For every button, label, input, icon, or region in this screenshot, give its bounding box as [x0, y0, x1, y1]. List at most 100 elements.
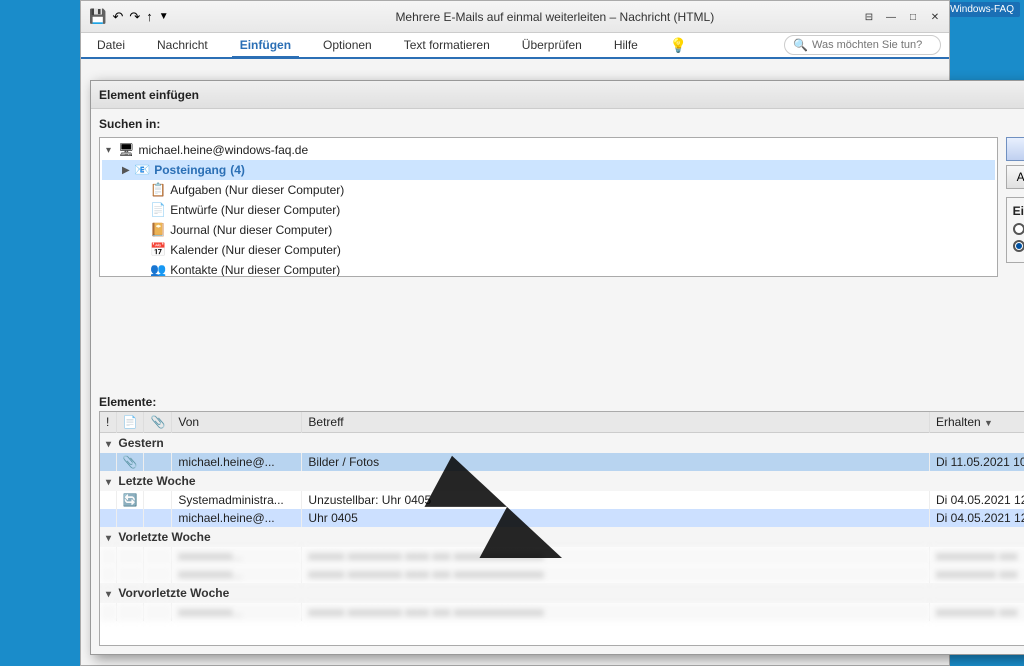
group-letzte-woche[interactable]: ▾ Letzte Woche [100, 471, 1024, 491]
ribbon: Datei Nachricht Einfügen Optionen Text f… [81, 33, 949, 59]
col-header-type[interactable]: 📄 [116, 412, 144, 433]
col-header-flag[interactable]: ! [100, 412, 116, 433]
row-from: michael.heine@... [172, 453, 302, 471]
ribbon-search-input[interactable] [812, 39, 932, 51]
tasks-icon: 📋 [150, 182, 166, 198]
group-label-vorvorletzte-woche: Vorvorletzte Woche [118, 586, 229, 600]
row-subject: Unzustellbar: Uhr 0405 [302, 491, 930, 509]
computer-icon: 🖥 [118, 142, 135, 158]
radio-anlage-circle [1013, 240, 1024, 252]
col-header-von[interactable]: Von [172, 412, 302, 433]
folder-tree-container[interactable]: ▾ 🖥 michael.heine@windows-faq.de ▶ 📧 Pos… [99, 137, 998, 277]
ribbon-search-box[interactable]: 🔍 [784, 35, 941, 55]
group-toggle-letzte-woche: ▾ [106, 477, 111, 488]
maximize-btn[interactable]: □ [903, 7, 923, 27]
insert-as-section: Einfügen als Nur Text Anlage [1006, 197, 1024, 263]
tab-optionen[interactable]: Optionen [315, 33, 380, 57]
bg-titlebar: 💾 ↶ ↷ ↑ ▼ Mehrere E-Mails auf einmal wei… [81, 1, 949, 33]
tree-item-journal[interactable]: 📔 Journal (Nur dieser Computer) [102, 220, 995, 240]
row-attach [144, 453, 172, 471]
tab-text-formatieren[interactable]: Text formatieren [396, 33, 498, 57]
col-header-attach[interactable]: 📎 [144, 412, 172, 433]
insert-as-label: Einfügen als [1013, 204, 1024, 218]
tab-hilfe[interactable]: Hilfe [606, 33, 646, 57]
table-row[interactable]: xxxxxxxxx... xxxxxx xxxxxxxxx xxxx xxx x… [100, 565, 1024, 583]
tree-badge-posteingang: (4) [230, 163, 245, 177]
journal-icon: 📔 [150, 222, 166, 238]
tree-label-journal: Journal (Nur dieser Computer) [170, 223, 332, 237]
table-header-row: ! 📄 📎 Von Betreff Erhalten ▼ [100, 412, 1024, 433]
row-type [116, 509, 144, 527]
windows-faq-badge: Windows-FAQ [944, 2, 1020, 17]
table-row[interactable]: xxxxxxxxx... xxxxxx xxxxxxxxx xxxx xxx x… [100, 547, 1024, 565]
tab-ueberpruefen[interactable]: Überprüfen [514, 33, 590, 57]
row-type: 📎 [116, 453, 144, 471]
group-toggle-gestern: ▾ [106, 439, 111, 450]
dialog-element-einfuegen: Element einfügen ✕ Suchen in: ▾ 🖥 michae… [90, 80, 1024, 655]
sort-arrow-icon: ▼ [984, 418, 993, 428]
radio-anlage[interactable]: Anlage [1013, 239, 1024, 253]
tree-label-root: michael.heine@windows-faq.de [139, 143, 309, 157]
dialog-body: Suchen in: ▾ 🖥 michael.heine@windows-faq… [91, 109, 1024, 654]
tree-toggle-root: ▾ [106, 145, 118, 156]
tree-label-posteingang: Posteingang [154, 163, 226, 177]
row-received: Di 04.05.2021 12:25 [930, 509, 1024, 527]
tree-item-posteingang[interactable]: ▶ 📧 Posteingang (4) [102, 160, 995, 180]
bg-window-title: Mehrere E-Mails auf einmal weiterleiten … [169, 10, 941, 24]
group-vorletzte-woche[interactable]: ▾ Vorletzte Woche [100, 527, 1024, 547]
elements-table: ! 📄 📎 Von Betreff Erhalten ▼ [100, 412, 1024, 621]
row-from: michael.heine@... [172, 509, 302, 527]
row-flag [100, 453, 116, 471]
tree-item-root[interactable]: ▾ 🖥 michael.heine@windows-faq.de [102, 140, 995, 160]
tree-item-kontakte[interactable]: 👥 Kontakte (Nur dieser Computer) [102, 260, 995, 277]
tree-label-entwuerfe: Entwürfe (Nur dieser Computer) [170, 203, 340, 217]
row-received: Di 04.05.2021 12:25 [930, 491, 1024, 509]
col-header-betreff[interactable]: Betreff [302, 412, 930, 433]
cancel-button[interactable]: Abbrechen [1006, 165, 1024, 189]
elements-section: Elemente: ! 📄 📎 Von Betreff Erhalten ▼ [99, 395, 1024, 647]
bg-window-controls: ⊟ — □ ✕ [859, 7, 945, 27]
minimize-btn[interactable]: — [881, 7, 901, 27]
row-received: Di 11.05.2021 10:57 [930, 453, 1024, 471]
calendar-icon: 📅 [150, 242, 166, 258]
dialog-title: Element einfügen [99, 88, 1024, 102]
tab-nachricht[interactable]: Nachricht [149, 33, 216, 57]
elements-label: Elemente: [99, 395, 1024, 409]
search-in-label: Suchen in: [99, 117, 1024, 131]
restore-btn[interactable]: ⊟ [859, 7, 879, 27]
radio-nur-text[interactable]: Nur Text [1013, 222, 1024, 236]
ok-button[interactable]: OK [1006, 137, 1024, 161]
contacts-icon: 👥 [150, 262, 166, 277]
tab-datei[interactable]: Datei [89, 33, 133, 57]
row-flag [100, 491, 116, 509]
close-btn[interactable]: ✕ [925, 7, 945, 27]
tree-item-kalender[interactable]: 📅 Kalender (Nur dieser Computer) [102, 240, 995, 260]
group-gestern[interactable]: ▾ Gestern [100, 432, 1024, 453]
tree-item-entwuerfe[interactable]: 📄 Entwürfe (Nur dieser Computer) [102, 200, 995, 220]
dialog-right-panel: OK Abbrechen Einfügen als Nur Text Anlag… [1006, 137, 1024, 389]
row-subject: Bilder / Fotos [302, 453, 930, 471]
row-attach [144, 491, 172, 509]
tree-label-kontakte: Kontakte (Nur dieser Computer) [170, 263, 340, 277]
tree-label-kalender: Kalender (Nur dieser Computer) [170, 243, 341, 257]
group-label-letzte-woche: Letzte Woche [118, 474, 195, 488]
table-row[interactable]: michael.heine@... Uhr 0405 Di 04.05.2021… [100, 509, 1024, 527]
tree-toggle-posteingang: ▶ [122, 165, 134, 176]
table-row[interactable]: xxxxxxxxx... xxxxxx xxxxxxxxx xxxx xxx x… [100, 603, 1024, 621]
tree-item-aufgaben[interactable]: 📋 Aufgaben (Nur dieser Computer) [102, 180, 995, 200]
inbox-icon: 📧 [134, 162, 150, 178]
group-vorvorletzte-woche[interactable]: ▾ Vorvorletzte Woche [100, 583, 1024, 603]
row-type: 🔄 [116, 491, 144, 509]
folder-tree: ▾ 🖥 michael.heine@windows-faq.de ▶ 📧 Pos… [100, 138, 997, 277]
tab-einfuegen[interactable]: Einfügen [232, 34, 299, 58]
group-label-vorletzte-woche: Vorletzte Woche [118, 530, 210, 544]
table-row[interactable]: 🔄 Systemadministra... Unzustellbar: Uhr … [100, 491, 1024, 509]
elements-table-container[interactable]: ! 📄 📎 Von Betreff Erhalten ▼ [99, 411, 1024, 647]
search-icon: 🔍 [793, 38, 808, 52]
dialog-titlebar: Element einfügen ✕ [91, 81, 1024, 109]
radio-nur-text-circle [1013, 223, 1024, 235]
row-flag [100, 509, 116, 527]
col-header-erhalten[interactable]: Erhalten ▼ [930, 412, 1024, 433]
table-row[interactable]: 📎 michael.heine@... Bilder / Fotos Di 11… [100, 453, 1024, 471]
tree-label-aufgaben: Aufgaben (Nur dieser Computer) [170, 183, 344, 197]
